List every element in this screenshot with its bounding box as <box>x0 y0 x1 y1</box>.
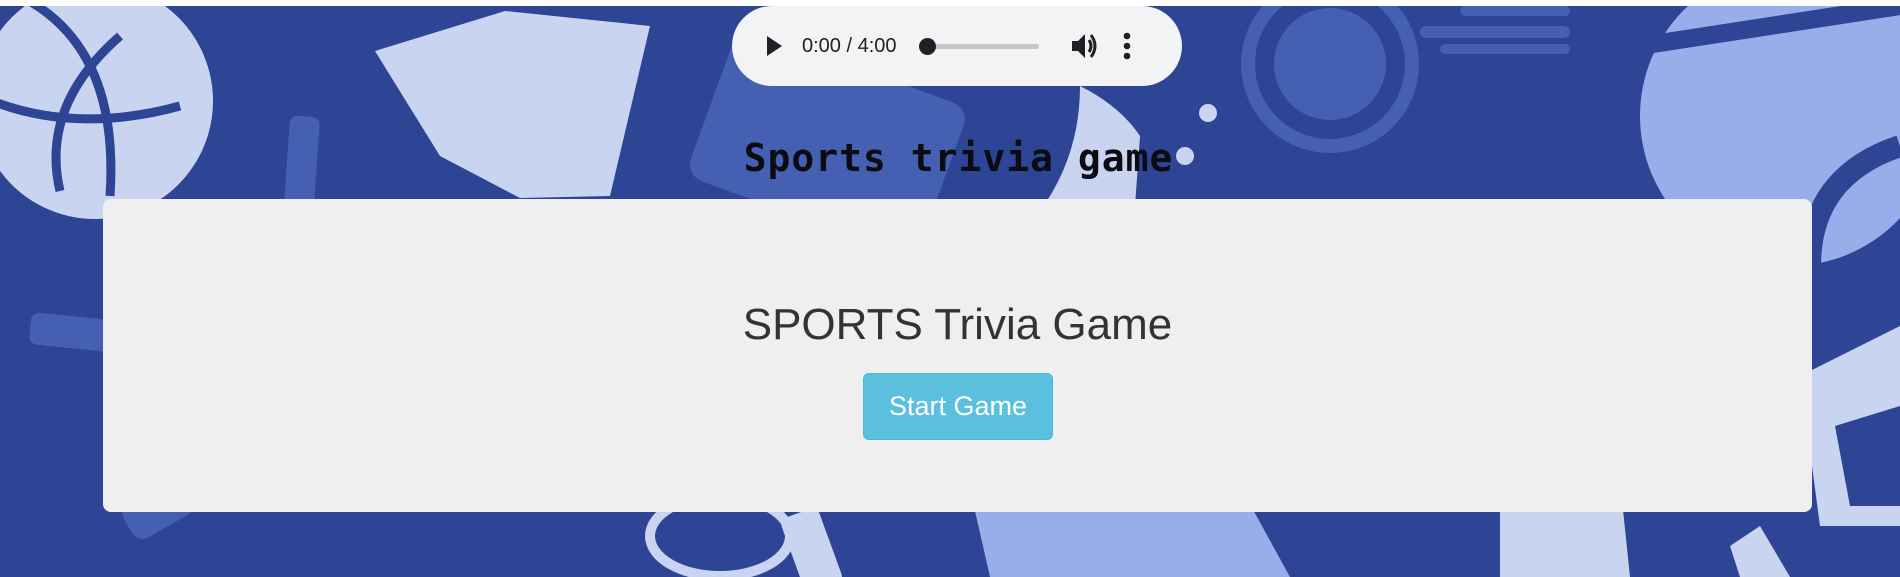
more-vertical-icon <box>1123 32 1130 60</box>
audio-seek-bar[interactable] <box>918 37 1039 55</box>
play-icon <box>767 36 782 56</box>
audio-time-display: 0:00 / 4:00 <box>802 34 897 57</box>
page-title: Sports trivia game <box>743 136 1174 180</box>
game-card: SPORTS Trivia Game Start Game <box>103 199 1812 512</box>
stopwatch-icon <box>1241 6 1570 153</box>
start-game-button[interactable]: Start Game <box>863 373 1053 440</box>
volume-button[interactable] <box>1069 30 1101 62</box>
audio-seek-thumb[interactable] <box>918 37 936 55</box>
page: 0:00 / 4:00 Sports trivia game SPORTS Tr… <box>0 0 1900 577</box>
game-title: SPORTS Trivia Game <box>742 300 1173 349</box>
play-button[interactable] <box>760 32 788 60</box>
volume-icon <box>1071 34 1097 58</box>
audio-player[interactable]: 0:00 / 4:00 <box>732 6 1182 86</box>
more-options-button[interactable] <box>1115 30 1139 62</box>
